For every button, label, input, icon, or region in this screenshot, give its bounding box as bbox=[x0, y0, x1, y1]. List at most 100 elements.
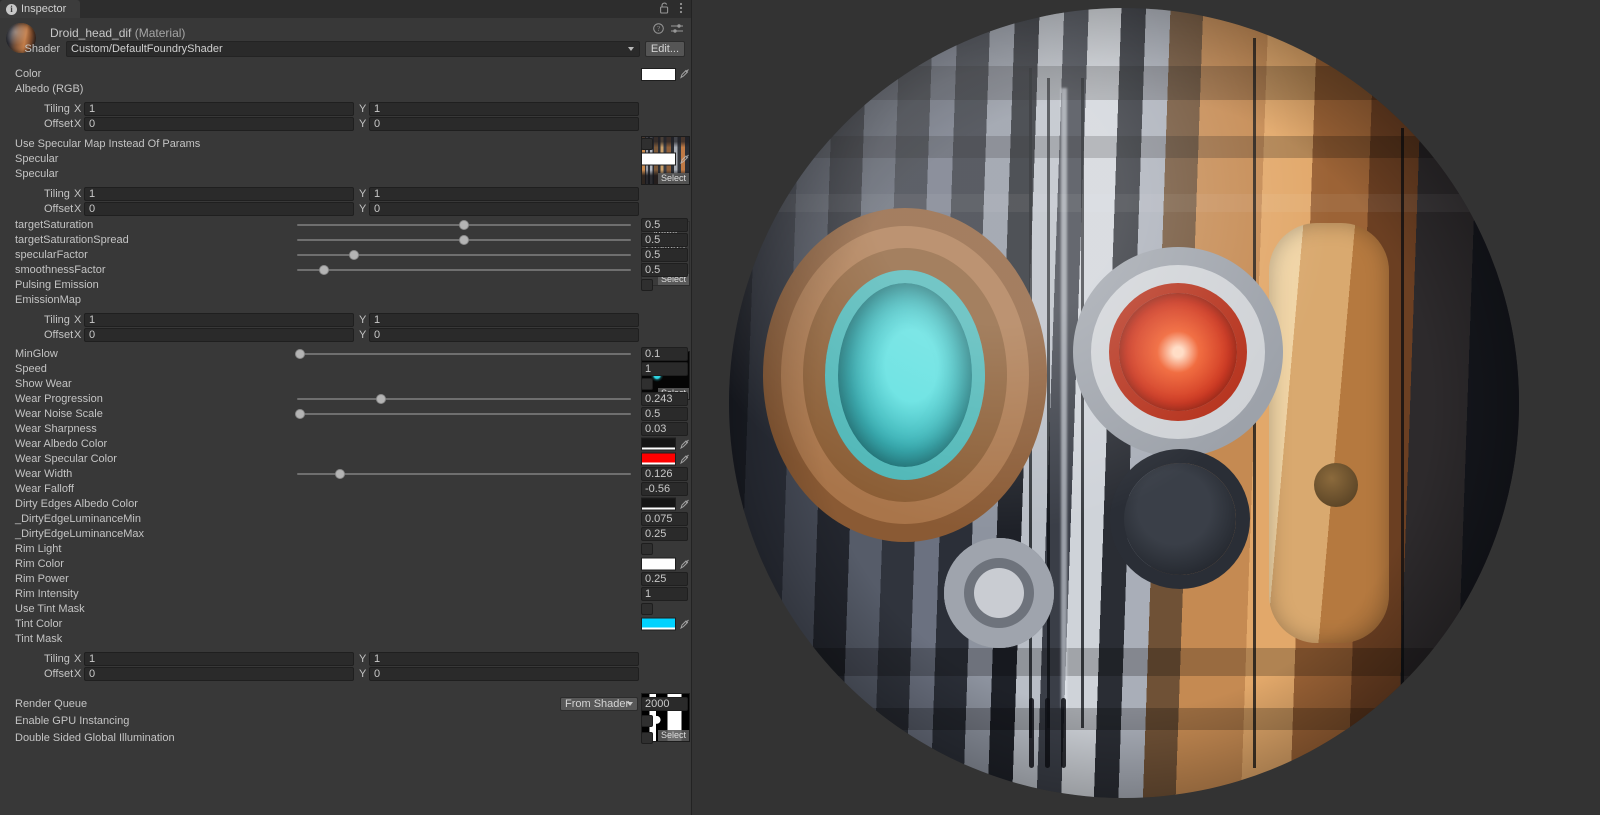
specular-tiling-x-input[interactable]: 1 bbox=[84, 187, 354, 201]
value-min-glow[interactable]: 0.1 bbox=[641, 347, 688, 361]
tint-offset-x-input[interactable]: 0 bbox=[84, 667, 354, 681]
property-row-color: Color bbox=[0, 66, 691, 81]
specular-offset-x-input[interactable]: 0 bbox=[84, 202, 354, 216]
value-target-saturation-spread[interactable]: 0.5 bbox=[641, 233, 688, 247]
shader-edit-button[interactable]: Edit... bbox=[645, 41, 685, 57]
label-pulsing-emission: Pulsing Emission bbox=[0, 279, 99, 291]
label-wear-progression: Wear Progression bbox=[0, 393, 103, 405]
preset-settings-icon[interactable] bbox=[671, 23, 683, 37]
color-swatch-specular[interactable] bbox=[641, 152, 676, 165]
value-dirty-edge-lum-max[interactable]: 0.25 bbox=[641, 527, 688, 541]
droid-head-sphere-preview[interactable] bbox=[729, 8, 1519, 798]
albedo-tiling-x-input[interactable]: 1 bbox=[84, 102, 354, 116]
value-target-saturation[interactable]: 0.5 bbox=[641, 218, 688, 232]
value-rim-power[interactable]: 0.25 bbox=[641, 572, 688, 586]
albedo-offset-x-input[interactable]: 0 bbox=[84, 117, 354, 131]
slider-knob[interactable] bbox=[295, 349, 305, 359]
info-icon: i bbox=[6, 4, 17, 15]
color-swatch-color[interactable] bbox=[641, 68, 676, 81]
axis-label-x: X bbox=[74, 188, 84, 200]
lock-icon[interactable] bbox=[659, 2, 670, 17]
eyedropper-icon[interactable] bbox=[679, 498, 690, 509]
slider-knob[interactable] bbox=[376, 394, 386, 404]
checkbox-rim-light[interactable] bbox=[641, 543, 653, 555]
slider-track bbox=[297, 269, 631, 271]
value-wear-noise-scale[interactable]: 0.5 bbox=[641, 407, 688, 421]
specular-tiling-y-input[interactable]: 1 bbox=[369, 187, 639, 201]
albedo-tiling-y-input[interactable]: 1 bbox=[369, 102, 639, 116]
checkbox-pulsing-emission[interactable] bbox=[641, 279, 653, 291]
slider-target-saturation-spread[interactable] bbox=[297, 234, 631, 246]
slider-knob[interactable] bbox=[335, 469, 345, 479]
value-render-queue[interactable]: 2000 bbox=[641, 697, 688, 711]
tab-inspector[interactable]: i Inspector bbox=[0, 0, 80, 18]
slider-wear-noise-scale[interactable] bbox=[297, 408, 631, 420]
color-swatch-wear-specular[interactable] bbox=[641, 452, 676, 465]
value-speed[interactable]: 1 bbox=[641, 362, 688, 376]
scene-viewport[interactable] bbox=[692, 0, 1600, 815]
property-row-dirty-edges-albedo-color: Dirty Edges Albedo Color bbox=[0, 496, 691, 511]
slider-target-saturation[interactable] bbox=[297, 219, 631, 231]
tint-tiling-y-input[interactable]: 1 bbox=[369, 652, 639, 666]
slider-knob[interactable] bbox=[295, 409, 305, 419]
albedo-offset-y-input[interactable]: 0 bbox=[369, 117, 639, 131]
slider-knob[interactable] bbox=[319, 265, 329, 275]
color-swatch-wear-albedo[interactable] bbox=[641, 437, 676, 450]
emission-offset-y-input[interactable]: 0 bbox=[369, 328, 639, 342]
slider-wear-width[interactable] bbox=[297, 468, 631, 480]
property-row-rim-intensity: Rim Intensity 1 bbox=[0, 586, 691, 601]
checkbox-use-tint-mask[interactable] bbox=[641, 603, 653, 615]
color-swatch-alpha bbox=[642, 507, 675, 509]
eyedropper-icon[interactable] bbox=[679, 68, 690, 79]
value-wear-width[interactable]: 0.126 bbox=[641, 467, 688, 481]
property-row-rim-color: Rim Color bbox=[0, 556, 691, 571]
color-swatch-rim[interactable] bbox=[641, 557, 676, 570]
label-specular-color: Specular bbox=[0, 153, 58, 165]
render-queue-dropdown[interactable]: From Shader bbox=[560, 697, 638, 711]
kebab-menu-icon[interactable] bbox=[679, 2, 683, 17]
slider-wear-progression[interactable] bbox=[297, 393, 631, 405]
slider-min-glow[interactable] bbox=[297, 348, 631, 360]
value-dirty-edge-lum-min[interactable]: 0.075 bbox=[641, 512, 688, 526]
label-emission-offset: Offset bbox=[44, 329, 73, 341]
eyedropper-icon[interactable] bbox=[679, 438, 690, 449]
value-specular-factor[interactable]: 0.5 bbox=[641, 248, 688, 262]
slider-knob[interactable] bbox=[459, 235, 469, 245]
checkbox-show-wear[interactable] bbox=[641, 378, 653, 390]
emission-tiling-y-input[interactable]: 1 bbox=[369, 313, 639, 327]
slider-smoothness-factor[interactable] bbox=[297, 264, 631, 276]
slider-knob[interactable] bbox=[459, 220, 469, 230]
slider-specular-factor[interactable] bbox=[297, 249, 631, 261]
color-swatch-tint[interactable] bbox=[641, 617, 676, 630]
value-wear-sharpness[interactable]: 0.03 bbox=[641, 422, 688, 436]
slider-knob[interactable] bbox=[349, 250, 359, 260]
value-wear-falloff[interactable]: -0.56 bbox=[641, 482, 688, 496]
label-enable-gpu-instancing: Enable GPU Instancing bbox=[0, 715, 129, 727]
help-icon[interactable]: ? bbox=[653, 23, 664, 37]
emission-offset-x-input[interactable]: 0 bbox=[84, 328, 354, 342]
checkbox-double-sided-gi[interactable] bbox=[641, 732, 653, 744]
color-swatch-main bbox=[642, 498, 675, 507]
shader-dropdown[interactable]: Custom/DefaultFoundryShader bbox=[66, 41, 640, 57]
label-dirty-edges-albedo-color: Dirty Edges Albedo Color bbox=[0, 498, 138, 510]
label-emission-map: EmissionMap bbox=[0, 294, 81, 306]
value-rim-intensity[interactable]: 1 bbox=[641, 587, 688, 601]
label-specular-factor: specularFactor bbox=[0, 249, 88, 261]
label-tint-color: Tint Color bbox=[0, 618, 62, 630]
property-row-double-sided-gi: Double Sided Global Illumination bbox=[0, 730, 691, 745]
color-swatch-main bbox=[642, 153, 675, 162]
value-smoothness-factor[interactable]: 0.5 bbox=[641, 263, 688, 277]
checkbox-enable-gpu-instancing[interactable] bbox=[641, 715, 653, 727]
eyedropper-icon[interactable] bbox=[679, 453, 690, 464]
tint-tiling-x-input[interactable]: 1 bbox=[84, 652, 354, 666]
eyedropper-icon[interactable] bbox=[679, 558, 690, 569]
eyedropper-icon[interactable] bbox=[679, 153, 690, 164]
emission-tiling-x-input[interactable]: 1 bbox=[84, 313, 354, 327]
value-wear-progression[interactable]: 0.243 bbox=[641, 392, 688, 406]
tint-offset-y-input[interactable]: 0 bbox=[369, 667, 639, 681]
property-row-wear-width: Wear Width 0.126 bbox=[0, 466, 691, 481]
eyedropper-icon[interactable] bbox=[679, 618, 690, 629]
color-swatch-dirty-edges-albedo[interactable] bbox=[641, 497, 676, 510]
specular-offset-y-input[interactable]: 0 bbox=[369, 202, 639, 216]
checkbox-use-specular-map[interactable] bbox=[641, 138, 653, 150]
